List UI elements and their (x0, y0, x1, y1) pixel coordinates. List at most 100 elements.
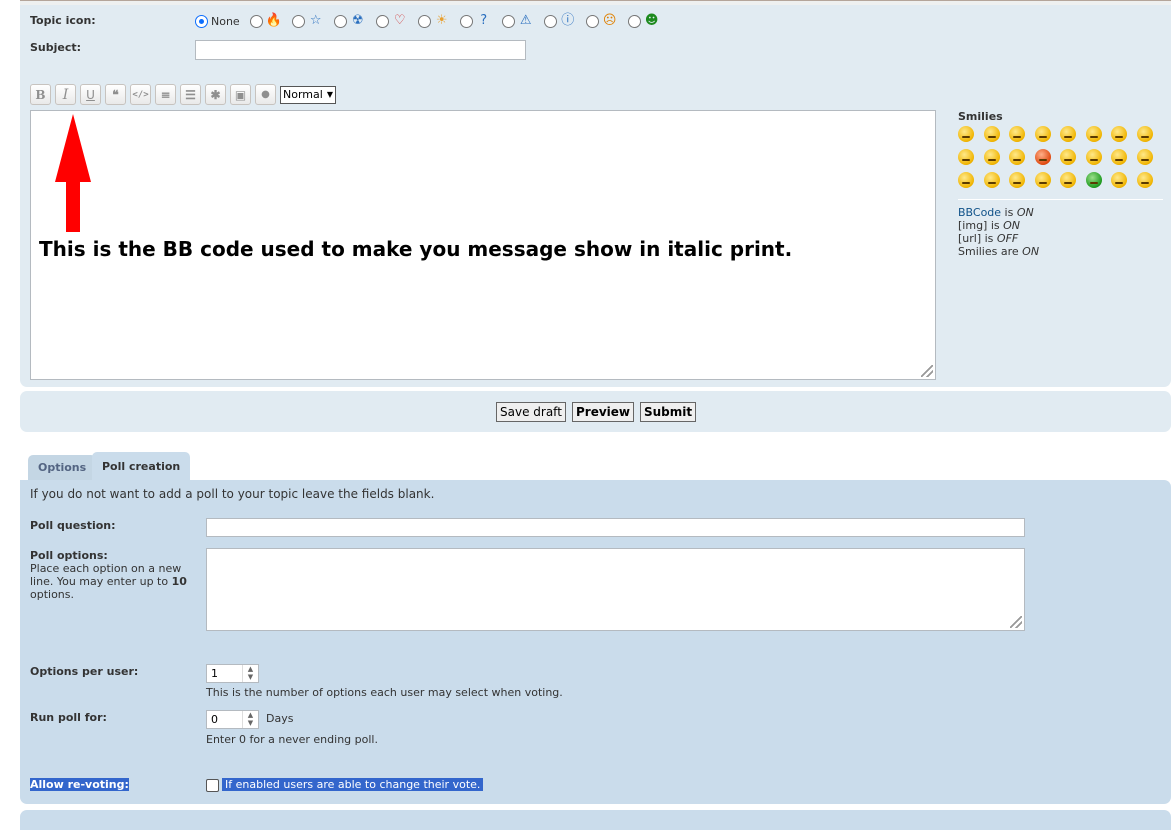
bbcode-toolbar: B I U ❝ </> ≡ ☰ ✱ ▣ ● Normal ▼ (30, 84, 336, 105)
stepper-arrows-icon[interactable]: ▲ ▼ (242, 665, 258, 682)
list-item-button[interactable]: ✱ (205, 84, 226, 105)
topic-icon-radio-fire[interactable] (249, 14, 263, 28)
smiley-icon[interactable] (1009, 126, 1025, 142)
resize-handle[interactable] (1010, 616, 1022, 628)
smiley-icon[interactable] (1111, 149, 1127, 165)
message-editor[interactable]: This is the BB code used to make you mes… (30, 110, 936, 380)
underline-button[interactable]: U (80, 84, 101, 105)
poll-options-max: 10 (171, 575, 187, 588)
smiley-icon[interactable] (1111, 126, 1127, 142)
bbcode-status: BBCode is ON [img] is ON [url] is OFF Sm… (958, 206, 1163, 258)
code-button[interactable]: </> (130, 84, 151, 105)
smiley-icon[interactable] (1085, 126, 1102, 142)
poll-options-textarea[interactable] (206, 548, 1025, 631)
allow-revoting-label: Allow re-voting: (30, 778, 129, 791)
run-poll-for-help: Enter 0 for a never ending poll. (206, 733, 378, 746)
sun-icon: ☀ (435, 13, 448, 28)
save-draft-button[interactable]: Save draft (496, 402, 566, 422)
subject-label: Subject: (30, 41, 82, 54)
run-poll-for-stepper[interactable]: 0 ▲ ▼ (206, 710, 259, 729)
smiley-icon[interactable] (983, 149, 1000, 165)
smiley-icon[interactable] (983, 172, 1000, 188)
smilies-status-text: Smilies are (958, 245, 1023, 258)
smiley-icon[interactable] (1111, 172, 1127, 188)
ordered-list-button[interactable]: ☰ (180, 84, 201, 105)
allow-revoting-help: If enabled users are able to change thei… (222, 778, 484, 791)
footer-panel (20, 810, 1171, 830)
font-size-select[interactable]: Normal ▼ (280, 85, 336, 104)
bbcode-is-text: is (1001, 206, 1017, 219)
smiley-icon[interactable] (1085, 149, 1102, 165)
topic-icon-radio-grin[interactable] (627, 14, 641, 28)
topic-icon-radio-radioactive[interactable] (333, 14, 347, 28)
topic-icon-radio-info[interactable] (543, 14, 557, 28)
topic-icon-radio-question[interactable] (459, 14, 473, 28)
smiley-icon[interactable] (1009, 149, 1025, 165)
img-state: ON (1003, 219, 1021, 232)
allow-revoting-checkbox[interactable] (206, 779, 219, 792)
poll-options-label: Poll options: (30, 549, 108, 562)
topic-icon-radio-sun[interactable] (417, 14, 431, 28)
font-size-value: Normal (283, 88, 323, 101)
warning-icon: ⚠ (519, 13, 532, 28)
poll-options-help: Place each option on a new line. You may… (30, 562, 200, 601)
post-panel: Topic icon: None 🔥 ☆ ☢ ♡ ☀? ⚠ ⓘ ☹ ☻ Subject: B I… (20, 5, 1171, 387)
info-icon: ⓘ (561, 13, 575, 28)
topic-icon-none-label: None (211, 14, 240, 28)
star-icon: ☆ (309, 13, 322, 28)
smiley-icon[interactable] (1136, 126, 1153, 142)
poll-question-label: Poll question: (30, 519, 116, 532)
smilies-grid (958, 126, 1163, 188)
bold-button[interactable]: B (30, 84, 51, 105)
stepper-arrows-icon[interactable]: ▲ ▼ (242, 711, 258, 728)
url-status-text: [url] is (958, 232, 997, 245)
tab-poll-creation[interactable]: Poll creation (92, 452, 191, 480)
run-poll-for-unit: Days (266, 712, 294, 725)
italic-button[interactable]: I (55, 84, 76, 105)
topic-icon-radio-mad[interactable] (585, 14, 599, 28)
question-icon: ? (480, 13, 488, 28)
smiley-icon[interactable] (1085, 172, 1102, 188)
topic-icon-label: Topic icon: (30, 14, 96, 27)
color-button[interactable]: ● (255, 84, 276, 105)
smiley-icon[interactable] (1136, 149, 1153, 165)
list-button[interactable]: ≡ (155, 84, 176, 105)
poll-intro: If you do not want to add a poll to your… (30, 487, 435, 501)
smiley-icon[interactable] (1060, 172, 1076, 188)
smilies-box: Smilies BBCode is ON [img] is ON [url] i… (958, 110, 1163, 258)
smiley-icon[interactable] (958, 126, 974, 142)
topic-icon-radio-warning[interactable] (501, 14, 515, 28)
bbcode-link[interactable]: BBCode (958, 206, 1001, 219)
quote-button[interactable]: ❝ (105, 84, 126, 105)
topic-icon-radio-star[interactable] (291, 14, 305, 28)
smiley-icon[interactable] (1034, 172, 1051, 188)
topic-icon-radio-heart[interactable] (375, 14, 389, 28)
preview-button[interactable]: Preview (572, 402, 635, 422)
smiley-icon[interactable] (1034, 149, 1051, 165)
smiley-icon[interactable] (1136, 172, 1153, 188)
smiley-icon[interactable] (1034, 126, 1051, 142)
tab-options[interactable]: Options (28, 455, 97, 480)
options-per-user-label: Options per user: (30, 665, 139, 678)
smiley-icon[interactable] (1060, 149, 1076, 165)
options-per-user-value: 1 (211, 667, 218, 680)
submit-button[interactable]: Submit (640, 402, 697, 422)
submit-buttons-panel: Save draft Preview Submit (20, 391, 1171, 432)
smiley-icon[interactable] (958, 172, 974, 188)
poll-options-help-line2: line. You may enter up to (30, 575, 172, 588)
smiley-icon[interactable] (958, 149, 974, 165)
smiley-icon[interactable] (1009, 172, 1025, 188)
italic-annotation-text: This is the BB code used to make you mes… (39, 237, 793, 261)
fire-icon: 🔥 (265, 13, 282, 28)
smiley-icon[interactable] (983, 126, 1000, 142)
smilies-title: Smilies (958, 110, 1003, 123)
resize-handle[interactable] (921, 365, 933, 377)
options-per-user-stepper[interactable]: 1 ▲ ▼ (206, 664, 259, 683)
subject-input[interactable] (195, 40, 526, 60)
poll-question-input[interactable] (206, 518, 1025, 537)
options-per-user-help: This is the number of options each user … (206, 686, 563, 699)
heart-icon: ♡ (393, 13, 406, 28)
smiley-icon[interactable] (1060, 126, 1076, 142)
image-button[interactable]: ▣ (230, 84, 251, 105)
topic-icon-radio-none[interactable] (195, 14, 208, 28)
